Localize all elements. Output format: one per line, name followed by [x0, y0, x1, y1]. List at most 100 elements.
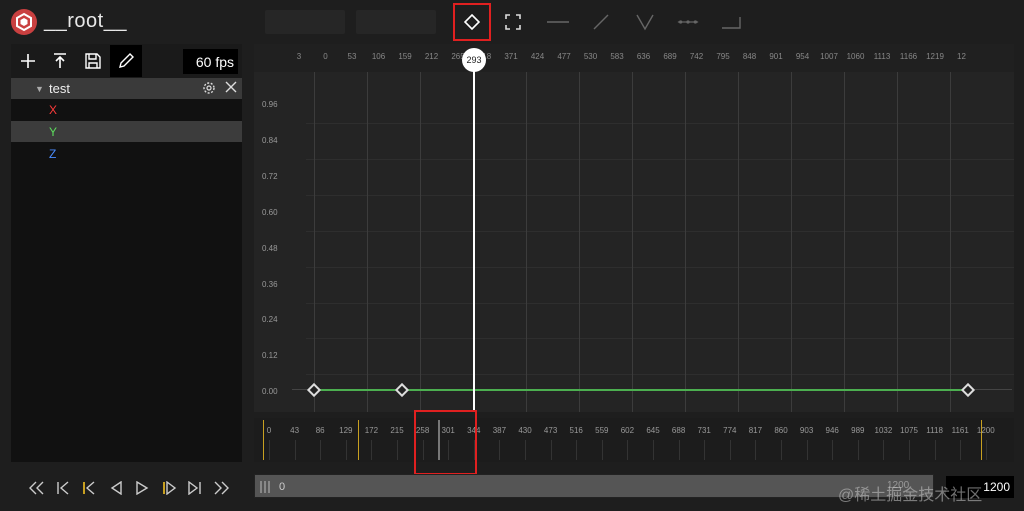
vertical-grid-line	[897, 72, 898, 412]
timeline-tick-line	[704, 440, 706, 460]
vertical-grid-line	[420, 72, 421, 412]
vertical-grid-line	[314, 72, 315, 412]
collapse-arrow-icon[interactable]: ▼	[35, 84, 44, 94]
track-row[interactable]: ▼ test	[11, 78, 242, 99]
timeline-tick-label: 688	[671, 426, 686, 435]
play-button[interactable]	[132, 478, 152, 498]
timeline-tick-line	[397, 440, 398, 460]
timeline-tick-line	[883, 440, 885, 460]
channel-label: Z	[49, 147, 57, 161]
y-axis-label: 0.48	[262, 243, 278, 253]
vertical-grid-line	[791, 72, 792, 412]
timeline-tick-label: 473	[543, 426, 558, 435]
track-name: test	[49, 81, 70, 96]
smooth-curve-icon	[677, 20, 699, 24]
y-axis-label: 0.84	[262, 135, 278, 145]
timeline-tick-label: 860	[774, 426, 788, 435]
import-icon	[54, 53, 66, 68]
timeline-tick-line	[269, 440, 270, 460]
prev-marker-button[interactable]	[79, 478, 99, 498]
next-marker-button[interactable]	[159, 478, 179, 498]
timeline-tick-label: 731	[697, 426, 711, 435]
timeline-tick-line	[909, 440, 910, 460]
keyframe-2[interactable]	[394, 382, 410, 398]
plus-icon	[21, 54, 35, 68]
timeline-tick-line	[576, 440, 578, 460]
timeline-tick-label: 989	[851, 426, 865, 435]
ruler-tick-label: 1166	[899, 52, 918, 61]
ruler-tick-label: 795	[716, 52, 730, 61]
fps-display[interactable]: 60 fps	[183, 49, 238, 74]
timeline-scrollbar[interactable]: 0 1200	[254, 474, 934, 498]
timeline-tick-line	[934, 440, 936, 460]
fit-view-button[interactable]	[501, 10, 525, 34]
timeline-tick-line	[320, 440, 322, 460]
prev-frame-icon	[110, 481, 122, 495]
step-curve-icon	[722, 17, 741, 29]
curve-ruler[interactable]: 3053106159212265318371424477530583636689…	[254, 44, 1014, 72]
range-marker[interactable]	[358, 420, 359, 460]
next-key-button[interactable]	[185, 478, 205, 498]
linear-curve-button[interactable]	[589, 10, 613, 34]
y-axis-label: 0.24	[262, 315, 278, 325]
range-start-marker[interactable]	[263, 420, 264, 460]
add-keyframe-button[interactable]	[453, 3, 491, 41]
curve-editor[interactable]: 3053106159212265318371424477530583636689…	[254, 44, 1014, 412]
top-field-1[interactable]	[265, 10, 345, 34]
skip-end-button[interactable]	[212, 478, 232, 498]
tracks-panel: 60 fps ▼ test X Y Z	[11, 44, 242, 462]
timeline-tick-line	[294, 440, 296, 460]
playhead-line[interactable]	[473, 56, 475, 412]
channel-z[interactable]: Z	[11, 143, 242, 164]
timeline-tick-line	[371, 440, 373, 460]
constant-curve-button[interactable]	[546, 10, 570, 34]
skip-start-icon	[29, 481, 44, 495]
skip-start-button[interactable]	[26, 478, 46, 498]
timeline-tick-label: 1032	[874, 426, 893, 435]
timeline-tick-label: 215	[390, 426, 404, 435]
drag-handle-icon[interactable]	[259, 480, 271, 494]
add-keyframe-icon	[464, 14, 480, 30]
import-button[interactable]	[44, 45, 76, 77]
timeline-tick-label: 1118	[926, 426, 943, 435]
vertical-grid-line	[844, 72, 845, 412]
playhead-frame[interactable]: 293	[462, 48, 486, 72]
edit-icon	[119, 53, 134, 68]
top-field-2[interactable]	[356, 10, 436, 34]
save-button[interactable]	[77, 45, 109, 77]
ruler-tick-label: 530	[583, 52, 598, 61]
timeline-ruler[interactable]: 0 43 86 129 172 215 258 301 344 387 430 473 516 559 60…	[254, 418, 1014, 462]
timeline-tick-label: 43	[290, 426, 300, 435]
vertical-grid-line	[367, 72, 368, 412]
keyframe-1[interactable]	[306, 382, 322, 398]
add-track-button[interactable]	[12, 45, 44, 77]
ruler-tick-label: 583	[610, 52, 624, 61]
next-marker-icon	[162, 481, 176, 495]
close-icon[interactable]	[224, 80, 238, 94]
constant-curve-icon	[547, 21, 569, 23]
vee-curve-button[interactable]	[633, 10, 657, 34]
channel-x[interactable]: X	[11, 99, 242, 120]
gear-icon[interactable]	[202, 81, 216, 95]
edit-button[interactable]	[110, 45, 142, 77]
timeline-tick-label: 1075	[900, 426, 918, 435]
y-curve[interactable]	[314, 389, 968, 391]
ruler-tick-label: 212	[424, 52, 439, 61]
smooth-curve-button[interactable]	[676, 10, 700, 34]
timeline-tick-label: 946	[825, 426, 839, 435]
prev-marker-icon	[83, 481, 95, 495]
channel-y[interactable]: Y	[11, 121, 242, 142]
timeline-tick-line	[781, 440, 782, 460]
prev-key-button[interactable]	[53, 478, 73, 498]
keyframe-3[interactable]	[960, 382, 976, 398]
ruler-tick-label: 1219	[926, 52, 944, 61]
timeline-tick-line	[653, 440, 654, 460]
timeline-tick-label: 645	[646, 426, 660, 435]
timeline-tick-line	[499, 440, 501, 460]
prev-frame-button[interactable]	[106, 478, 126, 498]
ruler-tick-label: 901	[769, 52, 783, 61]
ruler-tick-label: 0	[323, 52, 328, 61]
step-curve-button[interactable]	[720, 10, 744, 34]
y-axis-label: 0.60	[262, 207, 278, 217]
timeline-tick-label: 602	[620, 426, 635, 435]
